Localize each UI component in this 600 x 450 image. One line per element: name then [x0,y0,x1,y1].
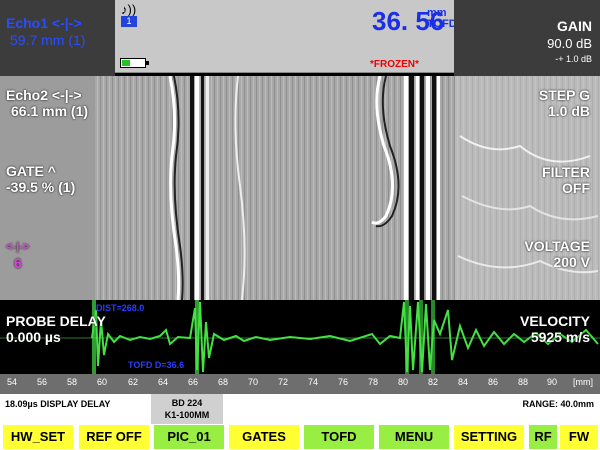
softkey-setting-button[interactable]: SETTING [454,425,524,449]
main-measurement-unit: mm TOFD [427,8,457,30]
gain-value: 90.0 dB [547,36,592,51]
depth-axis: 54 56 58 60 62 64 66 68 70 72 74 76 78 80 82 84 86 88 90 [… [0,374,600,394]
info-bar: 18.09µs DISPLAY DELAY BD 224 K1-100MM RA… [0,394,600,424]
gate-label: GATE ^ [6,163,56,179]
range-readout: RANGE: 40.0mm [522,399,594,409]
axis-tick-label: 72 [278,377,289,387]
axis-tick-label: 58 [67,377,78,387]
cursor-readout: <-|-> 6 [6,237,29,271]
unit-mode: TOFD [427,18,457,30]
probe-delay-value: 0.000 µs [6,329,61,345]
battery-fill [122,60,130,66]
speaker-icon: ♪)) [121,2,137,17]
filter-value: OFF [562,180,590,196]
echo2-label: Echo2 <-|-> [6,87,82,103]
softkey-fw-button[interactable]: FW [560,425,598,449]
step-value: 1.0 dB [547,103,590,119]
echo1-value: 59.7 mm (1) [10,32,86,48]
softkey-pic-01-button[interactable]: PIC_01 [154,425,224,449]
ascan-waveform: DIST=268.0 TOFD D=36.6 PROBE DELAY 0.000… [0,300,600,374]
velocity-readout[interactable]: VELOCITY 5925 m/s [520,313,590,345]
frozen-indicator: *FROZEN* [370,59,419,70]
axis-unit: [mm] [573,377,593,387]
filter-label: FILTER [542,164,590,180]
axis-tick-label: 54 [7,377,18,387]
axis-tick-label: 80 [398,377,409,387]
echo2-value: 66.1 mm (1) [11,103,89,119]
axis-tick-label: 88 [518,377,529,387]
axis-tick-label: 84 [458,377,469,387]
channel-badge: 1 [121,16,137,27]
gain-panel[interactable]: GAIN 90.0 dB -+ 1.0 dB [454,0,600,76]
axis-tick-label: 56 [37,377,48,387]
gain-step: -+ 1.0 dB [555,54,592,64]
axis-tick-label: 66 [188,377,199,387]
filter-readout[interactable]: FILTER OFF [542,164,590,196]
echo1-label: Echo1 <-|-> [6,15,82,31]
probe-line1: BD 224 [171,398,203,408]
probe-delay-label: PROBE DELAY [6,313,106,329]
flaw-detector-screen: Echo1 <-|-> 59.7 mm (1) ♪)) 1 36. 56 mm … [0,0,600,450]
voltage-label: VOLTAGE [524,238,590,254]
softkey-bar: HW_SET REF OFF PIC_01 GATES TOFD MENU SETTING R… [0,424,600,450]
axis-tick-label: 64 [158,377,169,387]
softkey-tofd-button[interactable]: TOFD [304,425,374,449]
echo2-readout: Echo2 <-|-> 66.1 mm (1) [6,87,88,119]
axis-tick-label: 82 [428,377,439,387]
axis-tick-label: 68 [218,377,229,387]
cursor-value: 6 [14,255,22,271]
battery-icon [120,58,149,68]
probe-line2: K1-100MM [164,410,210,420]
velocity-label: VELOCITY [519,313,590,329]
dist-annotation: DIST=268.0 [96,303,145,313]
softkey-menu-button[interactable]: MENU [379,425,449,449]
velocity-value: 5925 m/s [530,329,590,345]
axis-tick-label: 70 [248,377,259,387]
step-gain-readout[interactable]: STEP G 1.0 dB [539,87,590,119]
axis-tick-label: 74 [308,377,319,387]
probe-info: BD 224 K1-100MM [151,394,223,424]
voltage-readout[interactable]: VOLTAGE 200 V [524,238,590,270]
gate-value: -39.5 % (1) [6,179,76,195]
voltage-value: 200 V [553,254,590,270]
axis-tick-label: 90 [547,377,558,387]
softkey-ref-off-button[interactable]: REF OFF [79,425,149,449]
axis-tick-label: 76 [338,377,349,387]
gate-readout: GATE ^ -39.5 % (1) [6,163,75,195]
probe-delay-readout[interactable]: PROBE DELAY 0.000 µs [6,313,106,345]
main-readout-panel: ♪)) 1 36. 56 mm TOFD *FROZEN* [115,0,457,73]
softkey-rf-button[interactable]: RF [529,425,557,449]
tofd-depth-annotation: TOFD D=36.6 [128,360,185,370]
step-label: STEP G [538,87,590,103]
tofd-bscan-image: Echo2 <-|-> 66.1 mm (1) GATE ^ -39.5 % (… [0,76,600,300]
softkey-gates-button[interactable]: GATES [229,425,299,449]
cursor-label: <-|-> [6,241,30,253]
display-delay: 18.09µs DISPLAY DELAY [5,399,111,409]
gain-label: GAIN [557,18,592,34]
softkey-hw-set-button[interactable]: HW_SET [3,425,73,449]
axis-tick-label: 78 [368,377,379,387]
echo1-readout: Echo1 <-|-> 59.7 mm (1) [6,15,85,49]
echo1-panel: Echo1 <-|-> 59.7 mm (1) [0,0,115,76]
axis-tick-label: 86 [488,377,499,387]
axis-tick-label: 62 [128,377,139,387]
axis-tick-label: 60 [97,377,108,387]
bscan-svg [0,76,600,300]
